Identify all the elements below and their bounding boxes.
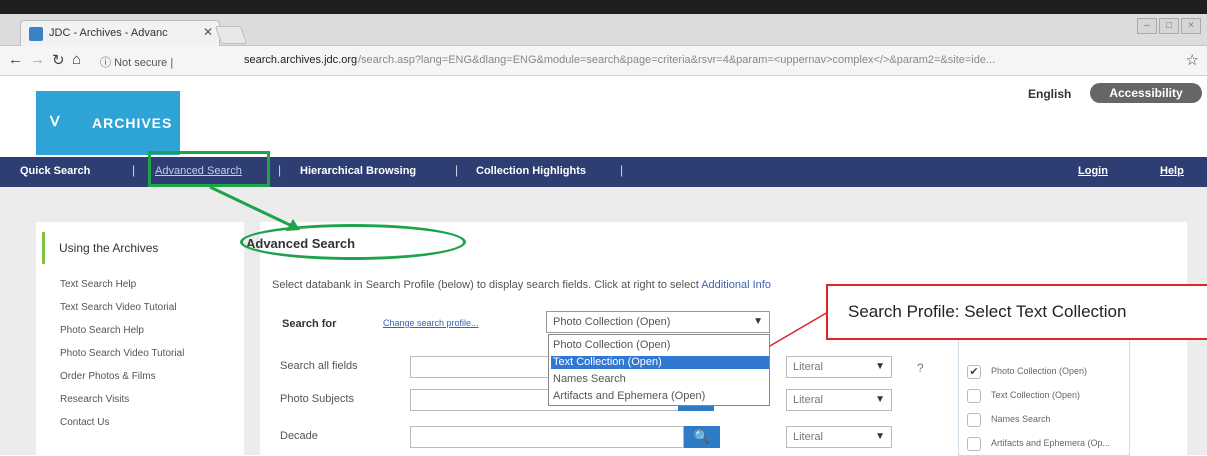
sidebar-link[interactable]: Text Search Video Tutorial (60, 302, 177, 313)
browser-tab[interactable]: JDC - Archives - Advanc ✕ (20, 20, 220, 46)
forward-icon[interactable]: → (30, 51, 45, 68)
close-icon[interactable]: ✕ (203, 25, 213, 39)
minimize-button[interactable]: – (1137, 18, 1157, 34)
chevron-down-icon: ▼ (875, 361, 885, 372)
chevron-down-icon: ▼ (753, 316, 763, 327)
help-icon[interactable]: ? (917, 361, 924, 375)
chevron-down-icon: ▼ (875, 431, 885, 442)
site-header: ᐯ ARCHIVES English Accessibility (0, 77, 1207, 157)
match-mode-select[interactable]: Literal ▼ (786, 389, 892, 411)
chevron-down-icon: ▼ (875, 394, 885, 405)
sidebar: Using the Archives Text Search Help Text… (36, 222, 244, 455)
close-window-button[interactable]: × (1181, 18, 1201, 34)
nav-help[interactable]: Help (1160, 165, 1184, 177)
checkbox-checked[interactable]: ✔ (967, 365, 981, 379)
sidebar-link[interactable]: Photo Search Help (60, 325, 144, 336)
match-mode-select[interactable]: Literal ▼ (786, 356, 892, 378)
url-domain[interactable]: search.archives.jdc.org (244, 54, 357, 66)
logo-emblem-icon: ᐯ (50, 113, 60, 129)
databank-label: Text Collection (Open) (991, 390, 1081, 400)
match-mode-select[interactable]: Literal ▼ (786, 426, 892, 448)
nav-separator: | (455, 163, 459, 177)
match-mode-value: Literal (793, 361, 823, 373)
search-for-label: Search for (282, 318, 337, 330)
field-label: Search all fields (280, 360, 358, 372)
databank-label: Artifacts and Ephemera (Op... (991, 438, 1111, 448)
logo-text: ARCHIVES (92, 115, 173, 131)
nav-hierarchical-browsing[interactable]: Hierarchical Browsing (300, 165, 416, 177)
window-top-bar (0, 0, 1207, 14)
match-mode-value: Literal (793, 394, 823, 406)
instructions-body: Select databank in Search Profile (below… (272, 279, 702, 291)
window-controls: – □ × (1137, 18, 1201, 34)
jdc-logo[interactable]: ᐯ ARCHIVES (36, 91, 180, 155)
databank-label: Names Search (991, 414, 1051, 424)
security-indicator[interactable]: ⓘ Not secure | (100, 54, 173, 70)
checkbox[interactable] (967, 413, 981, 427)
reload-icon[interactable]: ↻ (52, 51, 65, 69)
databank-label: Photo Collection (Open) (991, 366, 1088, 376)
nav-separator: | (620, 163, 624, 177)
highlight-ellipse-title (240, 224, 466, 260)
language-link[interactable]: English (1028, 87, 1071, 101)
url-path[interactable]: /search.asp?lang=ENG&dlang=ENG&module=se… (358, 54, 995, 66)
highlight-box-advanced-search (148, 151, 270, 187)
decade-input[interactable] (410, 426, 684, 448)
nav-separator: | (278, 163, 282, 177)
profile-option[interactable]: Photo Collection (Open) (551, 339, 769, 352)
search-profile-select[interactable]: Photo Collection (Open) ▼ (546, 311, 770, 333)
profile-selected-value: Photo Collection (Open) (553, 316, 671, 328)
sidebar-link[interactable]: Order Photos & Films (60, 371, 156, 382)
sidebar-heading: Using the Archives (42, 232, 238, 264)
nav-login[interactable]: Login (1078, 165, 1108, 177)
home-icon[interactable]: ⌂ (72, 51, 81, 68)
additional-info-link[interactable]: Additional Info (701, 279, 771, 291)
accessibility-button[interactable]: Accessibility (1090, 83, 1202, 103)
sidebar-link[interactable]: Research Visits (60, 394, 129, 405)
tab-strip: JDC - Archives - Advanc ✕ – □ × (0, 14, 1207, 46)
match-mode-value: Literal (793, 431, 823, 443)
field-label: Photo Subjects (280, 393, 354, 405)
field-label: Decade (280, 430, 318, 442)
change-profile-link[interactable]: Change search profile... (383, 318, 479, 328)
tab-title: JDC - Archives - Advanc (49, 27, 168, 39)
bookmark-star-icon[interactable]: ☆ (1186, 51, 1199, 69)
security-label: Not secure (114, 57, 168, 69)
nav-collection-highlights[interactable]: Collection Highlights (476, 165, 586, 177)
maximize-button[interactable]: □ (1159, 18, 1179, 34)
instructions-text: Select databank in Search Profile (below… (272, 279, 771, 291)
favicon-icon (29, 27, 43, 41)
checkbox[interactable] (967, 437, 981, 451)
search-profile-dropdown: Photo Collection (Open) Text Collection … (548, 334, 770, 406)
profile-option-highlighted[interactable]: Text Collection (Open) (551, 356, 769, 369)
databank-checklist: ✔ Photo Collection (Open) Text Collectio… (958, 336, 1130, 456)
sidebar-link[interactable]: Contact Us (60, 417, 109, 428)
sidebar-link[interactable]: Text Search Help (60, 279, 136, 290)
new-tab-button[interactable] (214, 26, 248, 44)
sidebar-link[interactable]: Photo Search Video Tutorial (60, 348, 184, 359)
annotation-callout: Search Profile: Select Text Collection (826, 284, 1207, 340)
nav-quick-search[interactable]: Quick Search (20, 165, 90, 177)
back-icon[interactable]: ← (8, 51, 23, 68)
search-icon[interactable]: 🔍 (684, 426, 720, 448)
profile-option[interactable]: Names Search (551, 373, 769, 386)
address-bar: ← → ↻ ⌂ ⓘ Not secure | search.archives.j… (0, 46, 1207, 76)
checkbox[interactable] (967, 389, 981, 403)
nav-separator: | (132, 163, 136, 177)
profile-option[interactable]: Artifacts and Ephemera (Open) (551, 390, 769, 403)
